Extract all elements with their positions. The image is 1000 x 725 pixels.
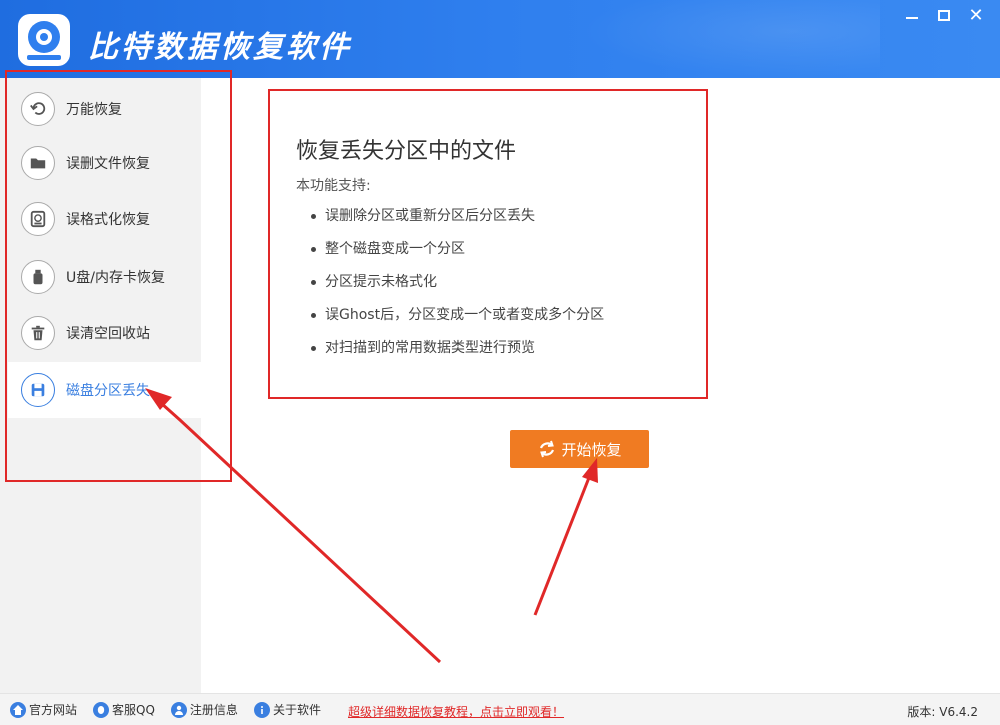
status-bar: 官方网站 客服QQ 注册信息 关于软件 超级详细数据恢复教程，点击立即观看！ 版… bbox=[0, 693, 1000, 725]
list-item: 误删除分区或重新分区后分区丢失 bbox=[308, 203, 604, 236]
registration-info-link[interactable]: 注册信息 bbox=[170, 701, 238, 718]
feature-panel: 恢复丢失分区中的文件 本功能支持: 误删除分区或重新分区后分区丢失 整个磁盘变成… bbox=[268, 89, 708, 399]
sidebar-item-label: U盘/内存卡恢复 bbox=[66, 270, 165, 286]
minimize-button[interactable] bbox=[896, 4, 928, 26]
feature-list: 误删除分区或重新分区后分区丢失 整个磁盘变成一个分区 分区提示未格式化 误Gho… bbox=[308, 203, 604, 368]
start-recovery-button[interactable]: 开始恢复 bbox=[510, 430, 649, 468]
maximize-button[interactable] bbox=[928, 4, 960, 26]
version-label: 版本: V6.4.2 bbox=[907, 705, 978, 719]
info-icon bbox=[253, 701, 270, 718]
sidebar-item-deleted-file-recovery[interactable]: 误删文件恢复 bbox=[8, 135, 201, 191]
list-item: 误Ghost后，分区变成一个或者变成多个分区 bbox=[308, 302, 604, 335]
folder-icon bbox=[21, 146, 55, 180]
list-item: 整个磁盘变成一个分区 bbox=[308, 236, 604, 269]
undo-icon bbox=[21, 92, 55, 126]
start-recovery-label: 开始恢复 bbox=[561, 441, 622, 459]
official-site-label: 官方网站 bbox=[29, 703, 78, 717]
list-item: 对扫描到的常用数据类型进行预览 bbox=[308, 335, 604, 368]
about-software-link[interactable]: 关于软件 bbox=[253, 701, 321, 718]
registration-info-label: 注册信息 bbox=[189, 703, 238, 717]
window-controls: ✕ bbox=[896, 4, 992, 26]
user-icon bbox=[170, 701, 187, 718]
title-bar: 比特数据恢复软件 ✕ bbox=[0, 0, 1000, 78]
sidebar-item-recycle-bin-recovery[interactable]: 误清空回收站 bbox=[8, 305, 201, 361]
tutorial-banner-link[interactable]: 超级详细数据恢复教程，点击立即观看！ bbox=[348, 703, 564, 720]
panel-title: 恢复丢失分区中的文件 bbox=[296, 139, 517, 164]
sidebar-item-label: 磁盘分区丢失 bbox=[66, 383, 150, 399]
trash-icon bbox=[21, 316, 55, 350]
official-site-link[interactable]: 官方网站 bbox=[10, 701, 77, 718]
about-software-label: 关于软件 bbox=[272, 703, 321, 717]
qq-icon bbox=[93, 701, 110, 718]
sidebar-item-universal-recovery[interactable]: 万能恢复 bbox=[8, 81, 201, 137]
sidebar-item-partition-loss[interactable]: 磁盘分区丢失 bbox=[8, 362, 201, 418]
app-title: 比特数据恢复软件 bbox=[88, 30, 352, 65]
usb-drive-icon bbox=[21, 260, 55, 294]
maximize-icon bbox=[938, 9, 950, 21]
sidebar-item-label: 误格式化恢复 bbox=[66, 212, 150, 228]
sidebar-item-label: 误删文件恢复 bbox=[66, 156, 150, 172]
disk-restore-icon bbox=[21, 202, 55, 236]
sidebar: 万能恢复 误删文件恢复 误格式化恢复 U盘/内存卡恢复 误清空回收站 磁盘分区丢… bbox=[0, 78, 201, 693]
close-button[interactable]: ✕ bbox=[960, 4, 992, 26]
panel-subtitle: 本功能支持: bbox=[296, 178, 371, 194]
list-item: 分区提示未格式化 bbox=[308, 269, 604, 302]
close-icon: ✕ bbox=[968, 4, 984, 26]
sidebar-item-usb-card-recovery[interactable]: U盘/内存卡恢复 bbox=[8, 249, 201, 305]
refresh-icon bbox=[540, 440, 555, 458]
minimize-icon bbox=[906, 17, 918, 19]
sidebar-item-format-recovery[interactable]: 误格式化恢复 bbox=[8, 191, 201, 247]
customer-qq-link[interactable]: 客服QQ bbox=[93, 701, 155, 718]
home-icon bbox=[10, 701, 26, 718]
sidebar-item-label: 误清空回收站 bbox=[66, 326, 150, 342]
app-logo-icon bbox=[18, 14, 70, 66]
annotation-arrow-button bbox=[533, 469, 594, 616]
save-disk-icon bbox=[21, 373, 55, 407]
customer-qq-label: 客服QQ bbox=[112, 703, 155, 717]
sidebar-item-label: 万能恢复 bbox=[66, 102, 122, 118]
